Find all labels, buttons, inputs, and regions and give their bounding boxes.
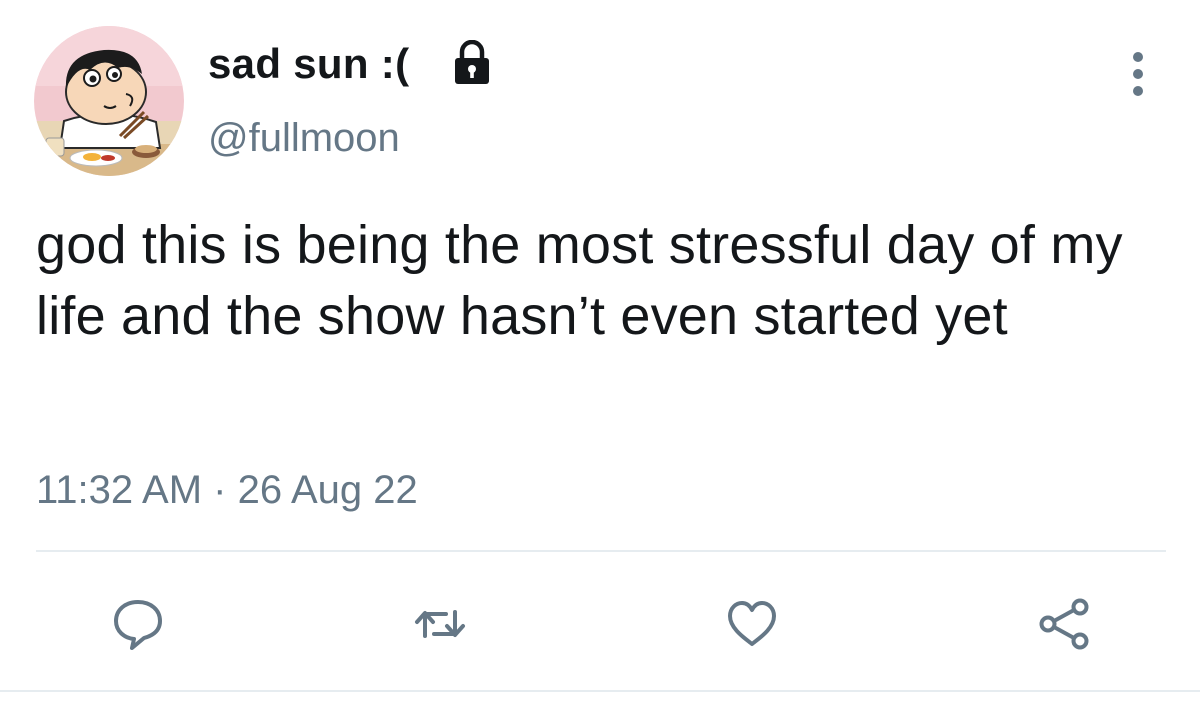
like-button[interactable] (724, 596, 780, 652)
avatar[interactable] (34, 26, 184, 176)
reply-button[interactable] (110, 596, 166, 652)
tweet-text: god this is being the most stressful day… (36, 215, 1123, 346)
retweet-button[interactable] (412, 596, 468, 652)
more-vertical-icon[interactable] (1118, 48, 1158, 100)
reply-icon (114, 600, 162, 650)
share-icon (1039, 598, 1089, 650)
user-handle[interactable]: @fullmoon (208, 116, 400, 161)
lock-icon (452, 39, 492, 86)
retweet-icon (415, 610, 465, 638)
share-button[interactable] (1036, 596, 1092, 652)
bottom-divider (0, 690, 1200, 692)
heart-icon (728, 601, 776, 646)
tweet-timestamp[interactable]: 11:32 AM · 26 Aug 22 (36, 468, 418, 513)
display-name[interactable]: sad sun :( (208, 40, 409, 88)
tweet-card: sad sun :( @fullmoon god this is being t… (0, 0, 1200, 710)
divider (36, 550, 1166, 552)
cartoon-avatar (34, 26, 184, 176)
